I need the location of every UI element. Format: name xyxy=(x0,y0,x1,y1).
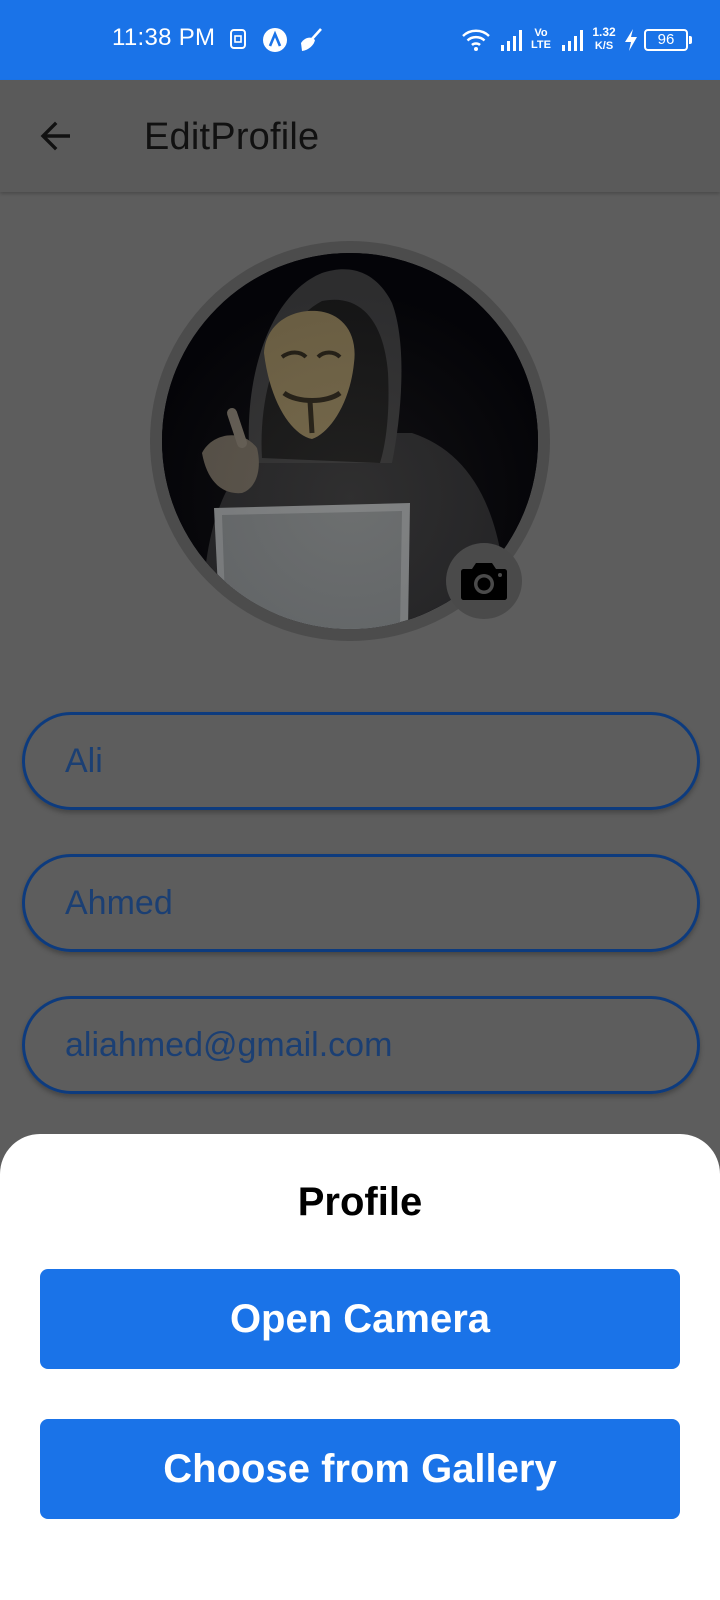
battery-icon: 96 xyxy=(644,29,692,51)
camera-icon xyxy=(461,563,507,600)
bottom-sheet: Profile Open Camera Choose from Gallery xyxy=(0,1134,720,1600)
arrow-left-icon[interactable] xyxy=(36,116,76,156)
sim-icon xyxy=(230,29,246,49)
wifi-icon xyxy=(462,29,490,51)
speed-value: 1.32 xyxy=(592,25,616,39)
speed-unit: K/S xyxy=(594,40,614,52)
signal-icon-2 xyxy=(562,30,583,51)
camera-button[interactable] xyxy=(446,543,522,619)
first-name-field[interactable]: Ali xyxy=(22,712,700,810)
network-type: Vo LTE xyxy=(531,27,551,51)
signal-icon xyxy=(501,30,522,51)
app-bar: EditProfile xyxy=(0,80,720,192)
broom-icon xyxy=(301,28,322,51)
sheet-title: Profile xyxy=(297,1180,423,1224)
choose-gallery-button[interactable]: Choose from Gallery xyxy=(40,1419,680,1519)
status-time: 11:38 PM xyxy=(112,24,216,51)
charging-icon xyxy=(625,29,637,51)
last-name-field[interactable]: Ahmed xyxy=(22,854,700,952)
email-field[interactable]: aliahmed@gmail.com xyxy=(22,996,700,1094)
page-title: EditProfile xyxy=(144,116,320,158)
status-bar: 11:38 PM Vo LTE 1.32 K/S 96 xyxy=(0,0,720,80)
open-camera-button[interactable]: Open Camera xyxy=(40,1269,680,1369)
a-badge-icon xyxy=(263,28,287,52)
